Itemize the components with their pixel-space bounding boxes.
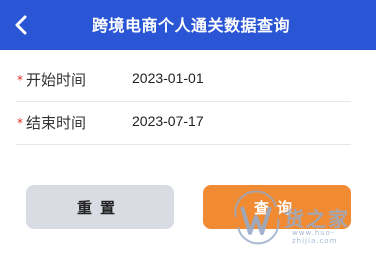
query-button[interactable]: 查询 [203, 185, 351, 229]
page: 跨境电商个人通关数据查询 * 开始时间 2023-01-01 * 结束时间 20… [0, 0, 376, 265]
app-header: 跨境电商个人通关数据查询 [0, 0, 376, 50]
end-date-label: 结束时间 [26, 114, 87, 132]
end-date-field[interactable]: 2023-07-17 [132, 113, 332, 133]
start-date-label: 开始时间 [26, 71, 87, 89]
reset-button[interactable]: 重置 [26, 185, 174, 229]
end-date-row: * 结束时间 2023-07-17 [0, 101, 376, 145]
required-marker: * [17, 73, 23, 87]
watermark-url: www.huo-zhijia.com [292, 229, 338, 245]
required-marker: * [17, 116, 23, 130]
divider [16, 144, 351, 145]
page-title: 跨境电商个人通关数据查询 [91, 16, 290, 35]
start-date-field[interactable]: 2023-01-01 [132, 70, 332, 90]
start-date-row: * 开始时间 2023-01-01 [0, 58, 376, 102]
